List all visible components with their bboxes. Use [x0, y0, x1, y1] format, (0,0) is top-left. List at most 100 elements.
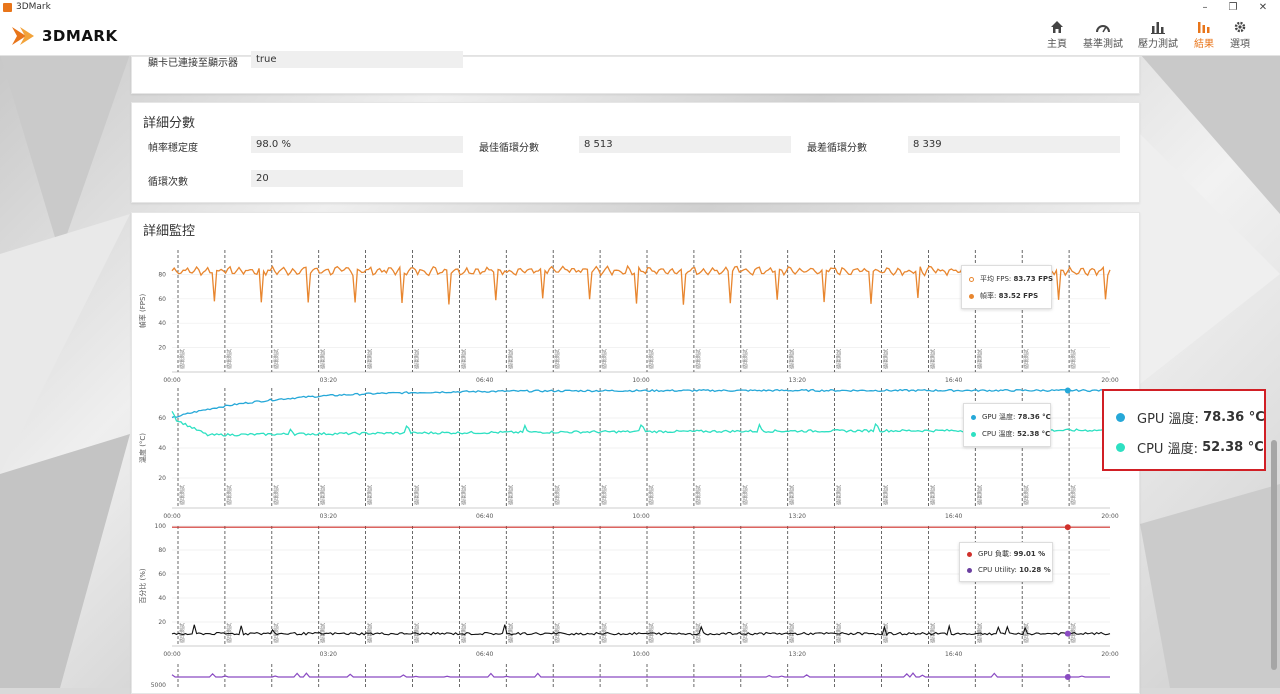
- x-tick-fps: 13:20: [789, 377, 806, 384]
- loop-marker-label: 循環測試: [273, 623, 280, 643]
- framerate-stability-value: 98.0 %: [251, 136, 463, 153]
- cpu-util-label: CPU Utility:: [978, 566, 1017, 574]
- loop-marker-label: 循環測試: [507, 623, 514, 643]
- cpu-util-marker-icon: [967, 567, 972, 573]
- loop-marker-label: 循環測試: [320, 349, 327, 369]
- gpu-load-marker-icon: [967, 551, 972, 557]
- window-titlebar: 3DMark – ❐ ✕: [0, 0, 1280, 15]
- loop-marker-label: 循環測試: [507, 485, 514, 505]
- loop-marker-label: 循環測試: [1023, 349, 1030, 369]
- loop-marker-label: 循環測試: [414, 349, 421, 369]
- x-tick-pct: 16:40: [945, 651, 962, 658]
- x-tick-temp: 13:20: [789, 513, 806, 520]
- loop-marker-label: 循環測試: [460, 485, 467, 505]
- x-tick-fps: 06:40: [476, 377, 493, 384]
- framerate-stability-label: 幀率穩定度: [148, 143, 198, 154]
- cpu-util-value: 10.28 %: [1019, 566, 1051, 574]
- y-tick-temp-60: 60: [158, 415, 166, 422]
- loop-marker-label: 循環測試: [976, 485, 983, 505]
- loop-marker-label: 循環測試: [414, 485, 421, 505]
- load-legend: GPU 負載: 99.01 % CPU Utility: 10.28 %: [959, 542, 1053, 582]
- loop-marker-label: 循環測試: [789, 485, 796, 505]
- loop-marker-label: 循環測試: [273, 485, 280, 505]
- loop-marker-label: 循環測試: [226, 485, 233, 505]
- avg-fps-marker-icon: [969, 276, 974, 282]
- loop-marker-label: 循環測試: [883, 349, 890, 369]
- y-tick-pct-60: 60: [158, 571, 166, 578]
- loop-marker-label: 循環測試: [460, 349, 467, 369]
- x-tick-temp: 00:00: [163, 513, 180, 520]
- fps-label: 幀率:: [980, 292, 997, 300]
- y-tick-pct-20: 20: [158, 619, 166, 626]
- x-tick-pct: 10:00: [632, 651, 649, 658]
- y-axis-label-fps: 幀率 (FPS): [138, 294, 147, 329]
- loop-marker-label: 循環測試: [695, 485, 702, 505]
- temperature-legend: GPU 溫度: 78.36 °C CPU 溫度: 52.38 °C: [963, 403, 1051, 447]
- gpu-load-value: 99.01 %: [1013, 550, 1046, 558]
- y-tick-pct-80: 80: [158, 547, 166, 554]
- loop-marker-label: 循環測試: [883, 485, 890, 505]
- cpu-temp-value: 52.38 °C: [1017, 430, 1051, 438]
- loop-marker-label: 循環測試: [601, 349, 608, 369]
- loop-marker-label: 循環測試: [226, 349, 233, 369]
- nav-stress-tests[interactable]: 壓力測試: [1137, 19, 1179, 50]
- nav-benchmarks-label: 基準測試: [1083, 39, 1123, 50]
- loop-marker-label: 循環測試: [742, 349, 749, 369]
- loop-marker-label: 循環測試: [836, 349, 843, 369]
- x-tick-fps: 03:20: [320, 377, 337, 384]
- x-tick-pct: 00:00: [163, 651, 180, 658]
- temperature-zoom-callout: GPU 溫度: 78.36 °C CPU 溫度: 52.38 °C: [1102, 389, 1266, 471]
- nav-stress-tests-label: 壓力測試: [1138, 39, 1178, 50]
- loop-marker-label: 循環測試: [648, 349, 655, 369]
- close-button[interactable]: ✕: [1248, 0, 1278, 15]
- y-tick-pct-100: 100: [155, 523, 167, 530]
- app-icon: [3, 3, 12, 12]
- scrollbar-thumb[interactable]: [1271, 440, 1277, 670]
- fps-legend: 平均 FPS: 83.73 FPS 幀率: 83.52 FPS: [961, 265, 1053, 309]
- gpu-load-label: GPU 負載:: [978, 550, 1012, 558]
- logo-chevron-icon: [12, 27, 34, 45]
- zoom-cpu-temp-value: 52.38 °C: [1202, 440, 1264, 455]
- x-tick-temp: 06:40: [476, 513, 493, 520]
- loop-marker-label: 循環測試: [1070, 485, 1077, 505]
- page-scrollbar[interactable]: [1270, 56, 1278, 688]
- loop-count-value: 20: [251, 170, 463, 187]
- fps-marker-icon: [969, 293, 974, 299]
- gpu-temp-value: 78.36 °C: [1017, 413, 1051, 421]
- loop-count-label: 循環次數: [148, 177, 188, 188]
- gear-icon: [1234, 21, 1246, 33]
- fps-value: 83.52 FPS: [998, 292, 1039, 300]
- loop-marker-label: 循環測試: [273, 349, 280, 369]
- loop-marker-label: 循環測試: [179, 485, 186, 505]
- y-tick-fps-40: 40: [158, 320, 166, 327]
- nav-options[interactable]: 選項: [1226, 19, 1254, 50]
- zoom-cpu-temp-label: CPU 溫度:: [1137, 442, 1198, 457]
- cpu-temp-marker-icon: [971, 431, 976, 437]
- nav-benchmarks[interactable]: 基準測試: [1082, 19, 1124, 50]
- minimize-button[interactable]: –: [1190, 0, 1220, 15]
- loop-marker-label: 循環測試: [1070, 349, 1077, 369]
- x-tick-fps: 00:00: [163, 377, 180, 384]
- cpu-temp-label: CPU 溫度:: [982, 430, 1015, 438]
- cpu-util-cursor-dot: [1064, 630, 1071, 637]
- home-icon: [1051, 21, 1063, 33]
- x-tick-temp: 03:20: [320, 513, 337, 520]
- detailed-scores-title: 詳細分數: [143, 116, 196, 131]
- x-tick-temp: 16:40: [945, 513, 962, 520]
- logo: 3DMARK: [12, 24, 118, 48]
- nav-home[interactable]: 主頁: [1042, 19, 1072, 50]
- x-tick-temp: 20:00: [1101, 513, 1118, 520]
- loop-marker-label: 循環測試: [320, 485, 327, 505]
- display-connected-value: true: [251, 51, 463, 68]
- maximize-button[interactable]: ❐: [1218, 0, 1248, 15]
- gpu-temp-label: GPU 溫度:: [982, 413, 1016, 421]
- x-tick-temp: 10:00: [632, 513, 649, 520]
- loop-marker-label: 循環測試: [1023, 485, 1030, 505]
- best-loop-score-value: 8 513: [579, 136, 791, 153]
- detailed-scores-card: 詳細分數 幀率穩定度 98.0 % 最佳循環分數 8 513 最差循環分數 8 …: [131, 102, 1140, 203]
- y-axis-label-pct: 百分比 (%): [138, 568, 147, 604]
- results-bars-icon: [1198, 22, 1210, 33]
- nav-results[interactable]: 結果: [1189, 19, 1219, 50]
- y-tick-clock-5000: 5000: [151, 682, 166, 688]
- worst-loop-score-value: 8 339: [908, 136, 1120, 153]
